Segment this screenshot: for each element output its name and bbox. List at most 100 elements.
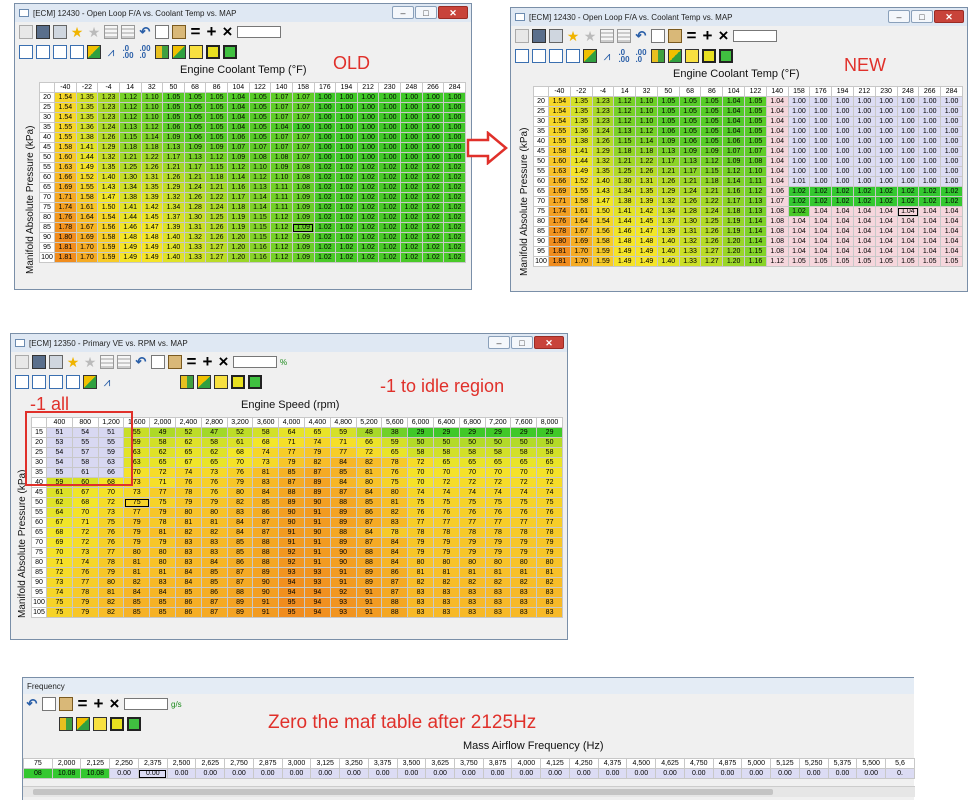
table-cell[interactable]: 1.15 [248, 212, 272, 223]
table-cell[interactable]: 1.34 [613, 186, 637, 197]
table-cell[interactable]: 85 [174, 587, 202, 598]
table-cell[interactable]: 1.54 [97, 212, 120, 223]
table-cell[interactable]: 82 [381, 507, 409, 518]
table-cell[interactable]: 67 [71, 487, 99, 498]
table-cell[interactable]: 87 [252, 517, 280, 528]
table-cell[interactable]: 91 [355, 597, 383, 608]
table-cell[interactable]: 1.00 [378, 132, 401, 143]
table-cell[interactable]: 91 [252, 607, 280, 618]
table-cell[interactable]: 1.04 [765, 166, 789, 177]
table-cell[interactable]: 1.07 [722, 146, 746, 157]
table-cell[interactable]: 64 [278, 427, 305, 438]
table-cell[interactable]: 1.52 [569, 176, 593, 187]
table-cell[interactable]: 1.80 [54, 232, 77, 243]
add-icon[interactable]: + [205, 22, 218, 41]
interpolate-icon[interactable] [93, 717, 107, 731]
column-header[interactable]: 68 [678, 86, 702, 97]
table-cell[interactable]: 1.00 [356, 92, 380, 103]
table-cell[interactable]: 1.05 [248, 102, 272, 113]
table-cell[interactable]: 1.54 [548, 106, 571, 117]
table-cell[interactable]: 1.04 [940, 236, 963, 247]
table-cell[interactable]: 1.10 [140, 112, 164, 123]
table-cell[interactable]: 1.00 [874, 176, 898, 187]
table-cell[interactable]: 89 [303, 477, 331, 488]
table-cell[interactable]: 1.00 [443, 152, 466, 163]
table-cell[interactable]: 1.40 [656, 246, 680, 257]
table-cell[interactable]: 1.49 [613, 246, 637, 257]
close-icon[interactable]: ✕ [534, 336, 564, 349]
color-icon[interactable] [83, 375, 97, 389]
table-cell[interactable]: 38 [381, 427, 409, 438]
table-cell[interactable]: 58 [432, 447, 460, 458]
table-cell[interactable]: 0.00 [626, 768, 657, 779]
table-cell[interactable]: 81 [97, 587, 125, 598]
table-cell[interactable]: 76 [536, 507, 563, 518]
table-cell[interactable]: 89 [329, 537, 357, 548]
table-cell[interactable]: 1.04 [918, 246, 942, 257]
table-cell[interactable]: 1.02 [356, 242, 380, 253]
table-cell[interactable]: 81 [510, 567, 538, 578]
set-equal-icon[interactable]: = [685, 26, 698, 45]
table-cell[interactable]: 1.05 [700, 116, 724, 127]
table-cell[interactable]: 1.04 [831, 206, 854, 217]
table-cell[interactable]: 89 [355, 567, 383, 578]
table-cell[interactable]: 81 [355, 467, 383, 478]
table-cell[interactable]: 94 [303, 597, 331, 608]
table-cell[interactable]: 0.00 [482, 768, 513, 779]
table-cell[interactable]: 1.02 [809, 196, 833, 207]
minimize-icon[interactable]: – [888, 10, 910, 23]
table-cell[interactable]: 1.48 [635, 236, 658, 247]
table-cell[interactable]: 1.78 [54, 222, 77, 233]
table-cell[interactable]: 1.04 [809, 216, 833, 227]
table-cell[interactable]: 77 [536, 517, 563, 528]
column-header[interactable]: 158 [291, 82, 315, 93]
table-cell[interactable]: 1.05 [700, 96, 724, 107]
table-cell[interactable]: 1.14 [140, 132, 164, 143]
table-cell[interactable]: 93 [329, 607, 357, 618]
table-cell[interactable]: 1.00 [378, 142, 401, 153]
column-header[interactable]: 50 [162, 82, 185, 93]
table-cell[interactable]: 70 [407, 467, 434, 478]
table-cell[interactable]: 1.04 [896, 246, 920, 257]
row-header[interactable]: 50 [31, 497, 47, 508]
table-cell[interactable]: 1.00 [356, 122, 380, 133]
table-cell[interactable]: 1.38 [75, 132, 99, 143]
table-cell[interactable]: 1.33 [678, 246, 702, 257]
table-cell[interactable]: 1.04 [896, 236, 920, 247]
table-cell[interactable]: 1.00 [421, 102, 445, 113]
table-cell[interactable]: 1.00 [809, 116, 833, 127]
table-cell[interactable]: 1.21 [162, 162, 185, 173]
table-cell[interactable]: 1.00 [918, 176, 942, 187]
table-cell[interactable]: 1.02 [378, 172, 401, 183]
table-cell[interactable]: 29 [484, 427, 512, 438]
table-cell[interactable]: 1.48 [140, 232, 164, 243]
table-cell[interactable]: 1.00 [852, 176, 876, 187]
table-cell[interactable]: 77 [510, 517, 538, 528]
table-cell[interactable]: 81 [458, 567, 486, 578]
multiply-icon[interactable]: × [108, 694, 121, 713]
value-input[interactable] [233, 356, 277, 368]
table-cell[interactable]: 1.02 [852, 186, 876, 197]
table-cell[interactable]: 1.00 [918, 156, 942, 167]
table-cell[interactable]: 1.04 [787, 216, 811, 227]
table-cell[interactable]: 82 [97, 607, 125, 618]
table-cell[interactable]: 1.00 [421, 92, 445, 103]
table-cell[interactable]: 77 [458, 517, 486, 528]
column-header[interactable]: 3,600 [252, 417, 280, 428]
table-cell[interactable]: 0.00 [540, 768, 570, 779]
table-cell[interactable]: 76 [407, 507, 434, 518]
table-cell[interactable]: 1.05 [744, 136, 767, 147]
table-cell[interactable]: 83 [381, 517, 409, 528]
table-cell[interactable]: 1.02 [896, 196, 920, 207]
table-cell[interactable]: 72 [432, 477, 460, 488]
table-cell[interactable]: 1.13 [744, 196, 767, 207]
table-cell[interactable]: 1.04 [940, 226, 963, 237]
table-cell[interactable]: 1.32 [591, 156, 615, 167]
column-header[interactable]: 3,875 [482, 758, 513, 769]
table-cell[interactable]: 1.05 [205, 122, 228, 133]
table-cell[interactable]: 1.02 [335, 252, 358, 263]
table-cell[interactable]: 1.02 [421, 222, 445, 233]
column-header[interactable]: 4,500 [626, 758, 657, 769]
table-cell[interactable]: 84 [174, 577, 202, 588]
table-cell[interactable]: 1.04 [940, 216, 963, 227]
